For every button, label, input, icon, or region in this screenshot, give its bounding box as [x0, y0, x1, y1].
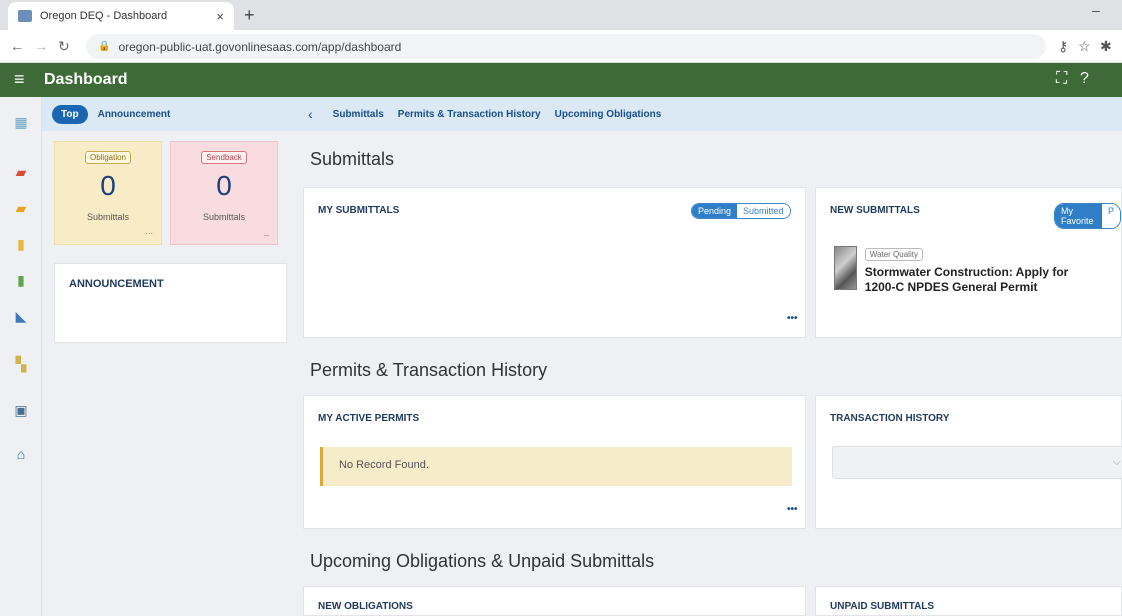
left-panel: Top Announcement Obligation 0 Submittals… [42, 97, 294, 616]
unpaid-submittals-panel: UNPAID SUBMITTALS [815, 586, 1122, 616]
key-icon[interactable]: ⚷ [1058, 38, 1068, 55]
nav-link-permits[interactable]: Permits & Transaction History [398, 109, 541, 120]
section-title-upcoming: Upcoming Obligations & Unpaid Submittals [310, 551, 655, 571]
transaction-history-panel: TRANSACTION HISTORY ⌵ [815, 395, 1122, 529]
submittal-title[interactable]: Stormwater Construction: Apply for 1200-… [865, 265, 1084, 295]
icon-sidebar: ▦ ▰ ▰ ▮ ▮ ◣ ▚ ▣ ⌂ [0, 97, 42, 616]
submittals-status-toggle[interactable]: Pending Submitted [691, 203, 791, 219]
transaction-history-select[interactable]: ⌵ [832, 446, 1122, 479]
book-icon[interactable]: ▮ [10, 269, 32, 291]
tab-announcement[interactable]: Announcement [98, 109, 171, 120]
section-title-permits: Permits & Transaction History [310, 360, 548, 380]
favorites-toggle[interactable]: My Favorite P [1054, 203, 1121, 229]
no-record-message: No Record Found. [320, 447, 792, 486]
permits-more-icon[interactable]: ••• [787, 504, 798, 515]
obligation-label: Submittals [86, 212, 130, 222]
new-submittals-heading: NEW SUBMITTALS [830, 205, 920, 216]
sendback-tag: Sendback [201, 151, 247, 164]
browser-tab[interactable]: Oregon DEQ - Dashboard × [8, 2, 234, 30]
sendback-label: Submittals [202, 212, 246, 222]
announcement-heading: ANNOUNCEMENT [69, 278, 164, 290]
fullscreen-icon[interactable]: ⛶ [1056, 70, 1067, 88]
obligation-tag: Obligation [84, 151, 132, 164]
toggle-my-favorite[interactable]: My Favorite [1055, 204, 1102, 228]
obligation-more[interactable]: ... [145, 226, 153, 236]
folder-icon[interactable]: ▰ [10, 197, 32, 219]
presentation-icon[interactable]: ▣ [10, 399, 32, 421]
report-icon[interactable]: ▚ [10, 353, 32, 375]
help-icon[interactable]: ? [1080, 70, 1089, 88]
submittals-folder-icon[interactable]: ▰ [10, 161, 32, 183]
url-text: oregon-public-uat.govonlinesaas.com/app/… [118, 39, 402, 54]
clipboard-icon[interactable]: ▮ [10, 233, 32, 255]
obligation-count: 0 [100, 170, 116, 201]
reload-icon[interactable]: ↻ [58, 38, 70, 55]
hamburger-menu-icon[interactable]: ≡ [14, 69, 25, 90]
nav-link-submittals[interactable]: Submittals [333, 109, 384, 120]
lock-icon: 🔒 [98, 41, 111, 52]
new-submittals-panel: NEW SUBMITTALS My Favorite P Water Quali… [815, 187, 1122, 338]
new-obligations-heading: NEW OBLIGATIONS [318, 601, 413, 612]
more-options-icon[interactable]: ••• [787, 313, 798, 324]
section-nav: ‹ Submittals Permits & Transaction Histo… [294, 97, 1122, 131]
chevron-left-icon[interactable]: ‹ [308, 106, 313, 122]
handshake-icon[interactable]: ◣ [10, 305, 32, 327]
obligation-card[interactable]: Obligation 0 Submittals ... [54, 141, 162, 245]
toggle-pending[interactable]: Pending [692, 204, 738, 218]
new-tab-button[interactable]: + [244, 5, 255, 26]
dashboard-icon[interactable]: ▦ [10, 111, 32, 133]
sendback-card[interactable]: Sendback 0 Submittals _ [170, 141, 278, 245]
url-field[interactable]: 🔒 oregon-public-uat.govonlinesaas.com/ap… [86, 34, 1046, 59]
browser-tab-bar: Oregon DEQ - Dashboard × + – [0, 0, 1122, 30]
submittal-item[interactable]: Water Quality Stormwater Construction: A… [834, 246, 1084, 295]
my-submittals-heading: MY SUBMITTALS [318, 205, 400, 216]
toggle-submitted[interactable]: Submitted [737, 204, 790, 218]
my-submittals-panel: MY SUBMITTALS Pending Submitted ••• [303, 187, 806, 338]
left-tabs: Top Announcement [42, 97, 294, 131]
sendback-more[interactable]: _ [264, 226, 269, 236]
chevron-down-icon: ⌵ [1112, 456, 1121, 468]
transaction-history-heading: TRANSACTION HISTORY [830, 413, 950, 424]
sendback-count: 0 [216, 170, 232, 201]
tab-title: Oregon DEQ - Dashboard [40, 10, 168, 22]
nav-link-upcoming[interactable]: Upcoming Obligations [555, 109, 662, 120]
summary-cards: Obligation 0 Submittals ... Sendback 0 S… [54, 141, 278, 245]
main-content: ‹ Submittals Permits & Transaction Histo… [294, 97, 1122, 616]
submittal-thumbnail [834, 246, 857, 290]
back-arrow-icon[interactable]: ← [10, 38, 24, 54]
section-title-submittals: Submittals [310, 149, 395, 169]
address-bar-row: ← → ↻ 🔒 oregon-public-uat.govonlinesaas.… [0, 30, 1122, 63]
star-icon[interactable]: ☆ [1078, 38, 1091, 55]
favicon-icon [18, 10, 32, 22]
unpaid-submittals-heading: UNPAID SUBMITTALS [830, 601, 935, 612]
active-permits-panel: MY ACTIVE PERMITS No Record Found. ••• [303, 395, 806, 529]
building-icon[interactable]: ⌂ [10, 443, 32, 465]
toggle-popular[interactable]: P [1101, 204, 1120, 228]
close-tab-icon[interactable]: × [216, 9, 224, 24]
announcement-panel: ANNOUNCEMENT [54, 263, 287, 343]
minimize-button[interactable]: – [1092, 2, 1100, 18]
extension-icon[interactable]: ✱ [1100, 38, 1112, 55]
category-badge: Water Quality [864, 248, 923, 261]
page-title: Dashboard [44, 71, 128, 88]
active-permits-heading: MY ACTIVE PERMITS [318, 413, 420, 424]
forward-arrow-icon[interactable]: → [34, 38, 48, 54]
tab-top[interactable]: Top [52, 104, 88, 124]
app-header: ≡ Dashboard ⛶ ? [0, 63, 1122, 97]
new-obligations-panel: NEW OBLIGATIONS [303, 586, 806, 616]
